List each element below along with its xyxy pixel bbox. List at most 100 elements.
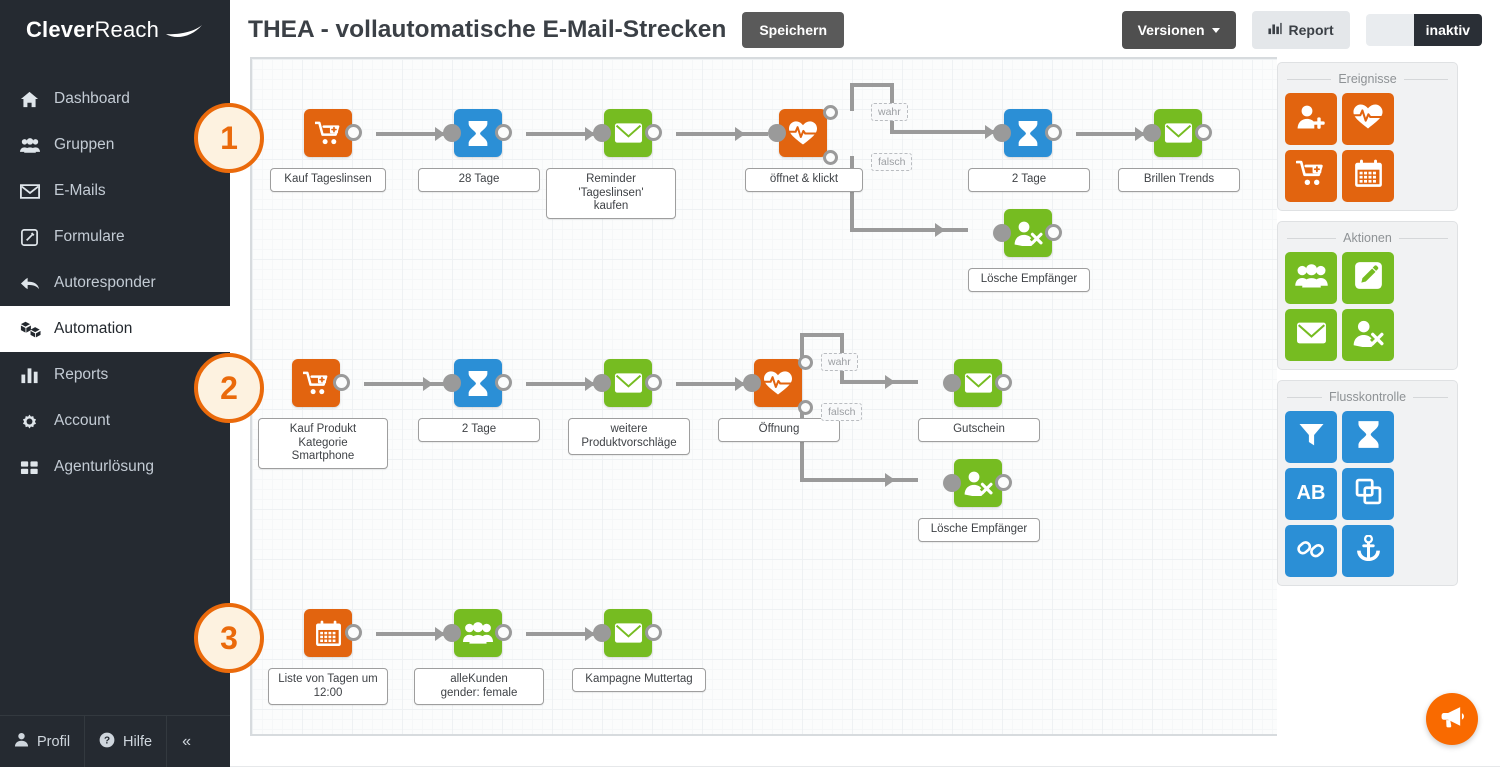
node-input-port[interactable] [443,374,461,392]
flow-node[interactable] [443,109,512,157]
brand-logo[interactable]: CleverReach [0,0,230,62]
node-output-port[interactable] [1045,224,1062,241]
node-input-port[interactable] [993,124,1011,142]
flow-node[interactable] [304,109,362,157]
user-icon [14,732,29,751]
node-output-port[interactable] [645,374,662,391]
flow-node[interactable] [292,359,350,407]
sidebar-item-dashboard[interactable]: Dashboard [0,76,230,122]
node-output-port[interactable] [1045,124,1062,141]
node-output-port[interactable] [495,124,512,141]
palette-tile-link[interactable] [1285,525,1337,577]
page-header: THEA - vollautomatische E-Mail-Strecken … [230,0,1500,60]
flow-node-label: Kauf Tageslinsen [270,168,386,192]
node-input-port[interactable] [593,124,611,142]
chevron-double-left-icon[interactable]: « [166,715,206,767]
palette-tile-email[interactable] [1285,309,1337,361]
node-output-port[interactable] [345,624,362,641]
flow-node-label: Öffnung [718,418,840,442]
node-branch-false-port[interactable] [823,150,838,165]
branch-label-true: wahr [821,353,858,371]
sidebar-item-account[interactable]: Account [0,398,230,444]
node-input-port[interactable] [443,124,461,142]
palette-tile-user-remove[interactable] [1342,309,1394,361]
flow-node[interactable] [443,609,512,657]
node-input-port[interactable] [1143,124,1161,142]
step-badge-3: 3 [194,603,264,673]
flow-node[interactable] [593,359,662,407]
envelope-icon [1296,321,1327,350]
sidebar-help-label: Hilfe [123,733,153,750]
link-icon [1296,536,1326,567]
node-output-port[interactable] [495,624,512,641]
palette-group-title: Flusskontrolle [1285,387,1450,411]
node-input-port[interactable] [768,124,786,142]
palette-tile-wait[interactable] [1342,411,1394,463]
node-output-port[interactable] [345,124,362,141]
flow-node[interactable] [993,209,1062,257]
sidebar-item-emails[interactable]: E-Mails [0,168,230,214]
sidebar-item-formulare[interactable]: Formulare [0,214,230,260]
node-input-port[interactable] [943,374,961,392]
sidebar-bottom-bar: Profil ? Hilfe « [0,715,230,767]
node-input-port[interactable] [743,374,761,392]
bar-chart-icon [20,366,54,385]
flow-node[interactable] [443,359,512,407]
palette-tile-calendar[interactable] [1342,150,1394,202]
announcement-button[interactable] [1426,693,1478,745]
sidebar-help-button[interactable]: ? Hilfe [84,715,166,767]
palette-tile-users[interactable] [1285,252,1337,304]
flow-node-label: Liste von Tagen um 12:00 [268,668,388,705]
flow-node[interactable] [593,609,662,657]
node-input-port[interactable] [443,624,461,642]
status-toggle-track [1365,14,1414,46]
palette-tile-copy[interactable] [1342,468,1394,520]
node-input-port[interactable] [593,374,611,392]
palette-tile-ab-test[interactable]: AB [1285,468,1337,520]
palette-tile-heart-pulse[interactable] [1342,93,1394,145]
palette-tile-edit[interactable] [1342,252,1394,304]
node-branch-false-port[interactable] [798,400,813,415]
node-output-port[interactable] [333,374,350,391]
node-output-port[interactable] [995,474,1012,491]
report-button[interactable]: Report [1251,11,1350,49]
flow-node[interactable] [1143,109,1212,157]
node-output-port[interactable] [1195,124,1212,141]
sidebar-profile-button[interactable]: Profil [0,716,84,767]
sidebar-item-automation[interactable]: Automation [0,306,230,352]
node-branch-true-port[interactable] [823,105,838,120]
flow-node[interactable] [593,109,662,157]
gear-icon [20,412,54,431]
node-output-port[interactable] [645,624,662,641]
palette-tile-anchor[interactable] [1342,525,1394,577]
pencil-square-icon [1354,261,1383,295]
node-output-port[interactable] [995,374,1012,391]
node-output-port[interactable] [645,124,662,141]
flow-node[interactable] [993,109,1062,157]
flow-canvas[interactable]: Kauf Tageslinsen 28 Tage Reminder 'Tages… [250,57,1277,736]
palette-tile-user-add[interactable] [1285,93,1337,145]
status-toggle[interactable]: inaktiv [1365,14,1482,46]
sidebar-item-agenturloesung[interactable]: Agenturlösung [0,444,230,490]
automation-editor: Kauf Tageslinsen 28 Tage Reminder 'Tages… [194,57,1458,736]
node-input-port[interactable] [993,224,1011,242]
flow-node-condition[interactable] [768,105,838,165]
node-output-port[interactable] [495,374,512,391]
users-icon [20,136,54,155]
versions-dropdown-button[interactable]: Versionen [1121,11,1236,49]
flow-node[interactable] [943,359,1012,407]
sidebar-item-label: Agenturlösung [54,458,154,475]
edge [850,83,894,87]
flow-node-label: Kampagne Muttertag [572,668,706,692]
flow-node-condition[interactable] [743,355,813,415]
node-branch-true-port[interactable] [798,355,813,370]
palette-tile-cart-add[interactable] [1285,150,1337,202]
node-input-port[interactable] [943,474,961,492]
node-input-port[interactable] [593,624,611,642]
flow-node[interactable] [304,609,362,657]
palette-tile-filter[interactable] [1285,411,1337,463]
flow-node[interactable] [943,459,1012,507]
save-button[interactable]: Speichern [742,12,845,48]
sidebar-item-autoresponder[interactable]: Autoresponder [0,260,230,306]
grid-squares-icon [20,458,54,477]
